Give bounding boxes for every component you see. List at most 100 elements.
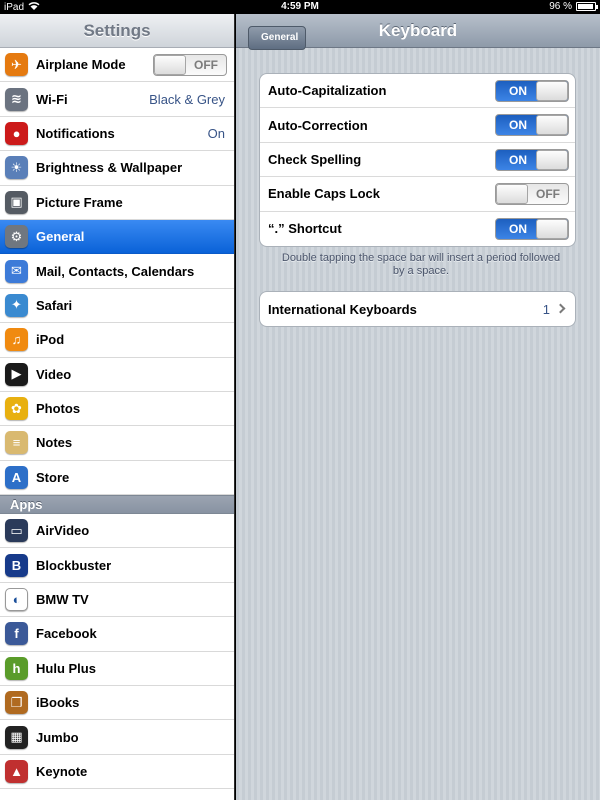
ibooks-icon: ❐ [5, 691, 28, 715]
sidebar-item-label: Store [36, 469, 70, 485]
sidebar-item-hulu-plus[interactable]: h Hulu Plus [0, 651, 234, 687]
sidebar-item-value: On [207, 125, 225, 141]
status-bar: iPad 4:59 PM 96 % [0, 0, 600, 14]
switch-knob[interactable] [496, 184, 528, 205]
switch-state-label: ON [509, 84, 527, 98]
sidebar-item-notes[interactable]: ≡ Notes [0, 426, 234, 461]
sidebar-item-label: Photos [36, 401, 81, 417]
toggle-row-auto-capitalization: Auto-Capitalization ON [260, 74, 575, 109]
sidebar-item-label: Video [36, 366, 72, 382]
toggle-row-enable-caps-lock: Enable Caps Lock OFF [260, 177, 575, 212]
switch-knob[interactable] [536, 218, 568, 239]
sidebar-item-label: Picture Frame [36, 194, 123, 210]
sidebar-item-picture-frame[interactable]: ▣ Picture Frame [0, 185, 234, 220]
sidebar-item-label: Keynote [36, 764, 88, 779]
toggle-row-auto-correction: Auto-Correction ON [260, 108, 575, 143]
sidebar-item-store[interactable]: A Store [0, 460, 234, 496]
shortcut-footnote: Double tapping the space bar will insert… [281, 252, 561, 277]
jumbo-icon: ▦ [5, 725, 28, 749]
blockbuster-icon: B [5, 553, 28, 577]
international-keyboards-label: International Keyboards [268, 301, 417, 317]
toggle-label: Auto-Correction [268, 117, 368, 133]
compass-icon: ✦ [5, 293, 28, 317]
chevron-right-icon [555, 303, 566, 314]
sidebar-title: Settings [0, 14, 234, 48]
settings-sidebar: Settings ✈ Airplane Mode OFF ≋ Wi-Fi Black & … [0, 14, 235, 800]
keyboard-settings-pane: General Keyboard Auto-Capitalization ON Au… [236, 14, 600, 800]
switch-knob[interactable] [536, 149, 568, 170]
brightness-icon: ☀ [5, 156, 28, 180]
switch-state-label: ON [509, 221, 527, 236]
sidebar-item-label: Mail, Contacts, Calendars [36, 263, 195, 279]
sidebar-item-bmw-tv[interactable]: ◐ BMW TV [0, 582, 234, 618]
keyboard-toggles-group: Auto-Capitalization ON Auto-Correction ON Ch… [259, 73, 576, 247]
toggle-switch[interactable]: ON [495, 217, 569, 240]
toggle-label: “.” Shortcut [268, 221, 342, 237]
sidebar-item-label: Airplane Mode [36, 57, 126, 73]
international-keyboards-row[interactable]: International Keyboards 1 [260, 292, 575, 326]
mail-icon: ✉ [5, 259, 28, 283]
sidebar-item-label: General [36, 229, 85, 245]
sidebar-item-ipod[interactable]: ♫ iPod [0, 323, 234, 358]
picture-frame-icon: ▣ [5, 190, 28, 214]
sidebar-item-wi-fi[interactable]: ≋ Wi-Fi Black & Grey [0, 82, 234, 117]
status-time: 4:59 PM [281, 1, 319, 12]
toggle-row-shortcut: “.” Shortcut ON [260, 212, 575, 246]
sidebar-item-video[interactable]: ▶ Video [0, 357, 234, 392]
toggle-switch[interactable]: ON [495, 80, 569, 102]
store-icon: A [5, 465, 28, 489]
sidebar-item-label: Wi-Fi [36, 91, 68, 107]
nav-bar: General Keyboard [236, 14, 600, 50]
toggle-label: Enable Caps Lock [268, 186, 380, 202]
sidebar-item-label: AirVideo [36, 523, 90, 539]
toggle-switch[interactable]: ON [495, 148, 569, 171]
keynote-icon: ▲ [5, 760, 28, 783]
sidebar-item-photos[interactable]: ✿ Photos [0, 391, 234, 427]
sidebar-item-label: iPod [36, 332, 65, 348]
sidebar-item-facebook[interactable]: f Facebook [0, 617, 234, 652]
toggle-switch[interactable]: OFF [153, 54, 227, 76]
sidebar-item-general[interactable]: ⚙ General [0, 219, 234, 255]
notes-icon: ≡ [5, 431, 28, 455]
wifi-icon: ≋ [5, 87, 28, 111]
gear-icon: ⚙ [5, 225, 28, 249]
sidebar-item-mail-contacts-calendars[interactable]: ✉ Mail, Contacts, Calendars [0, 254, 234, 289]
page-title: Keyboard [378, 21, 458, 40]
sidebar-item-label: Facebook [36, 626, 97, 642]
toggle-switch[interactable]: OFF [495, 183, 569, 206]
bmw-icon: ◐ [5, 588, 28, 612]
toggle-label: Auto-Capitalization [268, 83, 387, 99]
sidebar-item-jumbo[interactable]: ▦ Jumbo [0, 720, 234, 755]
sidebar-item-brightness-wallpaper[interactable]: ☀ Brightness & Wallpaper [0, 151, 234, 186]
airplane-icon: ✈ [5, 53, 28, 77]
switch-knob[interactable] [536, 81, 568, 101]
switch-state-label: ON [509, 118, 527, 133]
battery-icon [576, 2, 598, 11]
sidebar-item-safari[interactable]: ✦ Safari [0, 288, 234, 324]
toggle-switch[interactable]: ON [495, 114, 569, 137]
notifications-icon: ● [5, 121, 28, 145]
hulu-icon: h [5, 656, 28, 680]
international-group: International Keyboards 1 [259, 291, 576, 328]
sidebar-item-label: Jumbo [36, 729, 79, 745]
sidebar-item-keynote[interactable]: ▲ Keynote [0, 754, 234, 790]
sidebar-item-notifications[interactable]: ● Notifications On [0, 116, 234, 152]
sidebar-item-label: BMW TV [36, 592, 89, 608]
sidebar-item-value: Black & Grey [149, 91, 225, 107]
video-icon: ▶ [5, 362, 28, 386]
sidebar-item-label: iBooks [36, 695, 80, 711]
sidebar-item-ibooks[interactable]: ❐ iBooks [0, 686, 234, 721]
sidebar-item-airvideo[interactable]: ▭ AirVideo [0, 514, 234, 549]
sidebar-item-label: Blockbuster [36, 557, 112, 573]
airvideo-icon: ▭ [5, 519, 28, 543]
switch-state-label: OFF [536, 187, 560, 202]
sidebar-item-label: Brightness & Wallpaper [36, 160, 183, 176]
switch-knob[interactable] [536, 115, 568, 136]
sidebar-item-blockbuster[interactable]: B Blockbuster [0, 548, 234, 583]
facebook-icon: f [5, 622, 28, 646]
switch-knob[interactable] [154, 55, 186, 75]
sidebar-item-label: Hulu Plus [36, 660, 96, 676]
sidebar-item-label: Notifications [36, 125, 115, 141]
sidebar-item-airplane-mode[interactable]: ✈ Airplane Mode OFF [0, 48, 234, 83]
keyboard-count: 1 [542, 301, 550, 317]
